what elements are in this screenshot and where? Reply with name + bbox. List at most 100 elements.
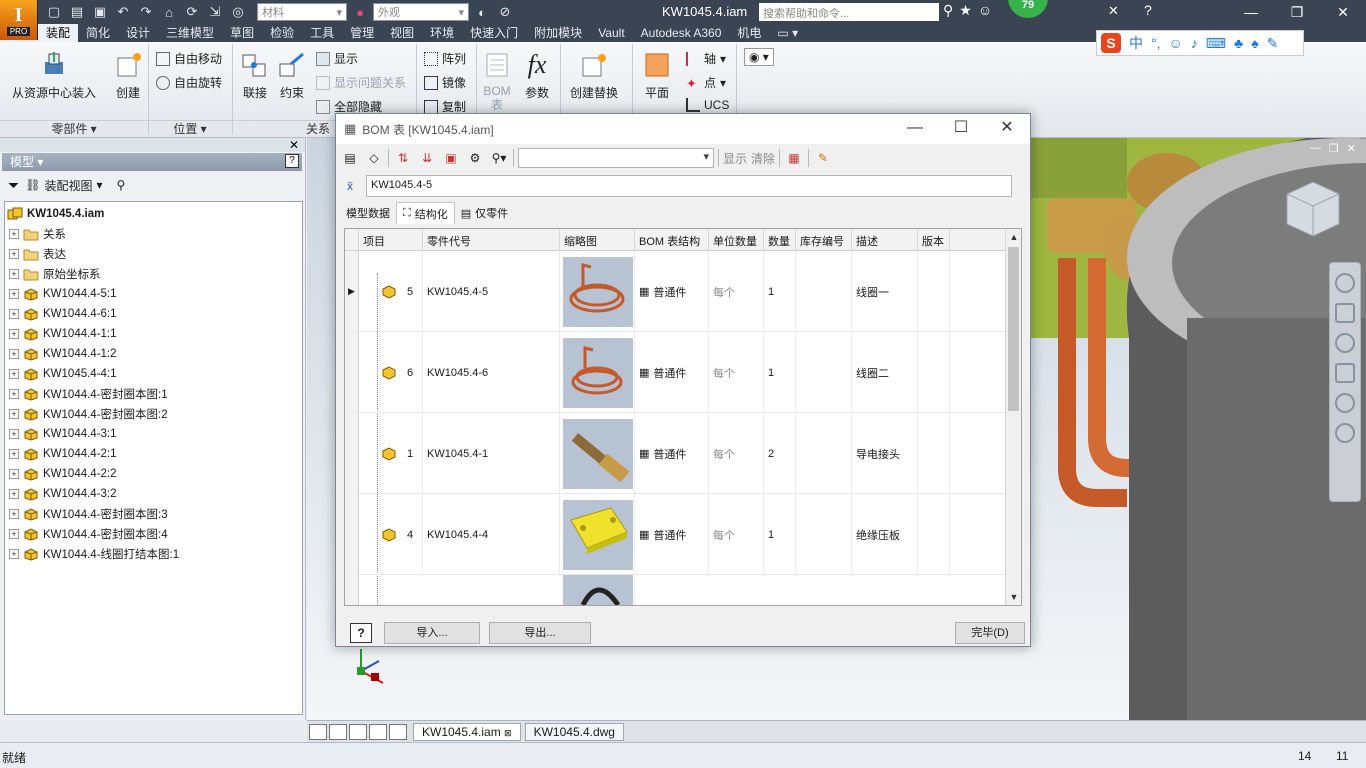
cell-item[interactable]: 1: [359, 413, 423, 494]
scroll-down-icon[interactable]: ▼: [1006, 589, 1021, 605]
browser-title[interactable]: 模型 ▾: [2, 153, 302, 171]
expand-icon[interactable]: +: [9, 469, 19, 479]
tree-item[interactable]: + KW1044.4-1:1: [5, 324, 302, 344]
skin-icon[interactable]: ♣: [1234, 35, 1243, 51]
menu-tab[interactable]: 视图: [382, 24, 422, 42]
arrange-v-icon[interactable]: [369, 723, 387, 740]
expand-icon[interactable]: +: [9, 429, 19, 439]
undo-icon[interactable]: ↶: [113, 2, 133, 22]
tree-item[interactable]: + KW1044.4-密封圈本图:2: [5, 404, 302, 424]
help-icon[interactable]: ?: [1144, 2, 1152, 18]
col-bom-structure[interactable]: BOM 表结构: [635, 229, 709, 251]
select-icon[interactable]: ⇲: [205, 2, 225, 22]
cell-rev[interactable]: [918, 413, 950, 494]
expand-icon[interactable]: +: [9, 349, 19, 359]
bom-row[interactable]: 1 KW1045.4-1 ▦ 普通件 每个 2 导电接头: [345, 413, 1007, 494]
cell-structure[interactable]: ▦ 普通件: [635, 332, 709, 413]
free-move-button[interactable]: 自由移动: [156, 50, 222, 67]
sogou-logo[interactable]: S: [1101, 33, 1121, 53]
cell-stock[interactable]: [796, 332, 852, 413]
create-substitute-button[interactable]: 创建替换: [570, 50, 618, 101]
user-icon[interactable]: ☺: [978, 2, 992, 19]
tab-menu-icon[interactable]: [389, 723, 407, 740]
vp-restore-icon[interactable]: ❐: [1329, 142, 1339, 155]
menu-tab[interactable]: 工具: [302, 24, 342, 42]
measure-icon[interactable]: ◎: [228, 2, 248, 22]
col-description[interactable]: 描述: [852, 229, 918, 251]
expand-icon[interactable]: +: [9, 529, 19, 539]
part-filter-input[interactable]: KW1045.4-5: [366, 175, 1012, 197]
menu-tab[interactable]: 快速入门: [462, 24, 526, 42]
emoji-icon[interactable]: ☺: [1169, 35, 1183, 51]
cell-part[interactable]: KW1045.4-5: [423, 251, 560, 332]
expand-icon[interactable]: +: [9, 249, 19, 259]
new-icon[interactable]: ▢: [44, 2, 64, 22]
export-button[interactable]: 导出...: [489, 622, 591, 644]
help-search-input[interactable]: 搜索帮助和命令...: [759, 3, 939, 21]
color-override-icon[interactable]: ◐: [472, 2, 492, 22]
constrain-button[interactable]: 约束: [277, 50, 307, 101]
appearance-combo[interactable]: 外观 ▾: [373, 3, 469, 21]
cell-part[interactable]: KW1045.4-4: [423, 494, 560, 575]
expand-icon[interactable]: +: [9, 229, 19, 239]
cell-stock[interactable]: [796, 413, 852, 494]
tree-item[interactable]: + KW1044.4-密封圈本图:4: [5, 524, 302, 544]
menu-tab[interactable]: 草图: [222, 24, 262, 42]
doc-tab-dwg[interactable]: KW1045.4.dwg: [524, 722, 624, 741]
menu-tab[interactable]: 设计: [118, 24, 158, 42]
cell-thumb[interactable]: [560, 251, 635, 332]
sort-icon[interactable]: ⇅: [393, 148, 413, 168]
cell-rev[interactable]: [918, 251, 950, 332]
keyboard-icon[interactable]: ⌨: [1206, 35, 1226, 52]
notification-badge[interactable]: 79: [1008, 0, 1048, 18]
expand-icon[interactable]: +: [9, 389, 19, 399]
tree-root[interactable]: KW1045.4.iam: [5, 204, 302, 224]
doc-tab-iam[interactable]: KW1045.4.iam ⊠: [413, 722, 521, 741]
view-options-icon[interactable]: ▣: [441, 148, 461, 168]
panel-position-label[interactable]: 位置 ▾: [148, 120, 232, 136]
ucs-button[interactable]: UCS: [686, 98, 729, 112]
filter-icon[interactable]: ⏷: [8, 177, 19, 194]
tab-close-icon[interactable]: ⊠: [504, 728, 512, 738]
tile-icon[interactable]: [329, 723, 347, 740]
cell-unit[interactable]: 每个: [709, 494, 764, 575]
expand-icon[interactable]: +: [9, 449, 19, 459]
bom-minimize-icon[interactable]: —: [892, 114, 938, 142]
star-icon[interactable]: ★: [959, 2, 972, 19]
tree-item[interactable]: + KW1044.4-5:1: [5, 284, 302, 304]
plane-button[interactable]: 平面: [642, 50, 672, 101]
vp-close-icon[interactable]: ✕: [1347, 142, 1356, 155]
cell-item[interactable]: 4: [359, 494, 423, 575]
tree-item[interactable]: + 关系: [5, 224, 302, 244]
cell-qty[interactable]: 1: [764, 494, 796, 575]
viewcube[interactable]: [1283, 178, 1343, 242]
expand-icon[interactable]: +: [9, 409, 19, 419]
show-button[interactable]: 显示: [723, 150, 747, 167]
cell-structure[interactable]: ▦ 普通件: [635, 494, 709, 575]
tree-item[interactable]: + KW1044.4-2:1: [5, 444, 302, 464]
col-item[interactable]: 项目: [359, 229, 423, 251]
bom-row[interactable]: 4 KW1045.4-4 ▦ 普通件 每个 1 绝缘压板: [345, 494, 1007, 575]
cell-part[interactable]: KW1045.4-1: [423, 413, 560, 494]
cascade-icon[interactable]: [309, 723, 327, 740]
ribbon-more-button[interactable]: ◉ ▾: [744, 48, 774, 66]
tab-structured[interactable]: ⛶ 结构化: [396, 202, 455, 224]
expand-icon[interactable]: +: [9, 269, 19, 279]
menu-tab[interactable]: 机电: [729, 24, 769, 42]
group-icon[interactable]: ◇: [364, 148, 384, 168]
save-icon[interactable]: ▣: [90, 2, 110, 22]
cell-thumb[interactable]: [560, 494, 635, 575]
expand-icon[interactable]: +: [9, 509, 19, 519]
panel-relation-label[interactable]: 关系: [232, 120, 336, 136]
menu-tab[interactable]: 简化: [78, 24, 118, 42]
bom-settings-icon[interactable]: ⚙: [465, 148, 485, 168]
tree-item[interactable]: + KW1044.4-3:1: [5, 424, 302, 444]
tree-item[interactable]: + KW1044.4-1:2: [5, 344, 302, 364]
cell-item[interactable]: 6: [359, 332, 423, 413]
ribbon-toggle-icon[interactable]: ▭ ▾: [769, 24, 806, 42]
import-button[interactable]: 导入...: [384, 622, 480, 644]
cell-desc[interactable]: 线圈二: [852, 332, 918, 413]
menu-tab[interactable]: Vault: [590, 24, 632, 42]
menu-tab[interactable]: 环境: [422, 24, 462, 42]
close-icon[interactable]: ✕: [1320, 0, 1366, 24]
